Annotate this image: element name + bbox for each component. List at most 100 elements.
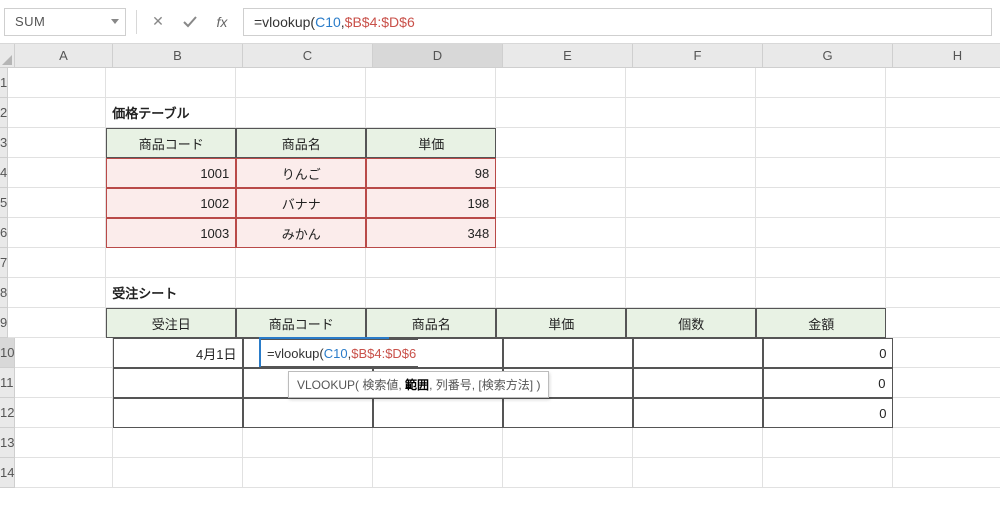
cell[interactable] — [236, 278, 366, 308]
cell[interactable]: 受注シート — [106, 278, 236, 308]
cell[interactable] — [8, 98, 106, 128]
row-header[interactable]: 1 — [0, 68, 8, 98]
cell[interactable]: 金額 — [756, 308, 886, 338]
cell[interactable] — [496, 278, 626, 308]
cell[interactable]: 単価 — [366, 128, 496, 158]
cell[interactable] — [633, 458, 763, 488]
column-header[interactable]: E — [503, 44, 633, 67]
cell[interactable] — [503, 398, 633, 428]
cell[interactable]: 1003 — [106, 218, 236, 248]
cell[interactable] — [373, 398, 503, 428]
cell[interactable] — [886, 128, 1000, 158]
cell[interactable] — [756, 278, 886, 308]
cell[interactable] — [8, 128, 106, 158]
cell[interactable]: 商品名 — [366, 308, 496, 338]
cell[interactable]: りんご — [236, 158, 366, 188]
row-header[interactable]: 10 — [0, 338, 15, 368]
row-header[interactable]: 14 — [0, 458, 15, 488]
cell[interactable]: 商品コード — [236, 308, 366, 338]
cell[interactable] — [893, 398, 1000, 428]
cell[interactable] — [15, 398, 113, 428]
row-header[interactable]: 9 — [0, 308, 8, 338]
cell[interactable] — [496, 248, 626, 278]
cell[interactable]: 単価 — [496, 308, 626, 338]
cell[interactable] — [886, 308, 1000, 338]
cell[interactable] — [113, 458, 243, 488]
cell[interactable] — [886, 158, 1000, 188]
cell[interactable] — [496, 158, 626, 188]
chevron-down-icon[interactable] — [111, 19, 119, 24]
cell[interactable] — [496, 98, 626, 128]
cell[interactable] — [8, 248, 106, 278]
cell[interactable]: 98 — [366, 158, 496, 188]
cell[interactable] — [496, 68, 626, 98]
cell[interactable] — [8, 188, 106, 218]
cell[interactable]: 0 — [763, 368, 893, 398]
cell[interactable] — [893, 458, 1000, 488]
cell[interactable] — [756, 68, 886, 98]
cell[interactable] — [113, 368, 243, 398]
cell[interactable]: 商品コード — [106, 128, 236, 158]
row-header[interactable]: 7 — [0, 248, 8, 278]
cell[interactable] — [8, 68, 106, 98]
cell[interactable]: 受注日 — [106, 308, 236, 338]
cell[interactable] — [626, 128, 756, 158]
cell[interactable]: 価格テーブル — [106, 98, 236, 128]
cell[interactable] — [113, 398, 243, 428]
row-header[interactable]: 4 — [0, 158, 8, 188]
cell[interactable] — [366, 98, 496, 128]
cell[interactable] — [243, 428, 373, 458]
cell[interactable] — [886, 248, 1000, 278]
cell[interactable] — [366, 278, 496, 308]
column-header[interactable]: B — [113, 44, 243, 67]
cell[interactable] — [633, 338, 763, 368]
cell[interactable] — [633, 368, 763, 398]
cell[interactable] — [496, 128, 626, 158]
accept-icon[interactable] — [179, 11, 201, 33]
row-header[interactable]: 2 — [0, 98, 8, 128]
cell[interactable] — [756, 128, 886, 158]
cell[interactable] — [243, 458, 373, 488]
cell[interactable]: 個数 — [626, 308, 756, 338]
cell[interactable] — [503, 458, 633, 488]
cell[interactable] — [626, 188, 756, 218]
cell[interactable] — [763, 458, 893, 488]
cell[interactable] — [496, 188, 626, 218]
cancel-icon[interactable]: ✕ — [147, 11, 169, 33]
cell[interactable] — [626, 68, 756, 98]
cell[interactable] — [886, 98, 1000, 128]
row-header[interactable]: 3 — [0, 128, 8, 158]
cell[interactable]: 4月1日 — [113, 338, 243, 368]
cell[interactable] — [756, 158, 886, 188]
cell[interactable] — [633, 398, 763, 428]
cell[interactable] — [893, 428, 1000, 458]
cell[interactable]: 0 — [763, 338, 893, 368]
cell[interactable] — [243, 398, 373, 428]
cell[interactable] — [8, 158, 106, 188]
row-header[interactable]: 5 — [0, 188, 8, 218]
row-header[interactable]: 8 — [0, 278, 8, 308]
cell[interactable] — [886, 68, 1000, 98]
cell[interactable] — [366, 68, 496, 98]
cell[interactable] — [886, 188, 1000, 218]
cell[interactable] — [886, 278, 1000, 308]
cell[interactable] — [756, 218, 886, 248]
cell[interactable]: みかん — [236, 218, 366, 248]
column-header[interactable]: F — [633, 44, 763, 67]
column-header[interactable]: G — [763, 44, 893, 67]
cell[interactable] — [626, 98, 756, 128]
cell[interactable] — [503, 428, 633, 458]
cell[interactable] — [626, 218, 756, 248]
cell-editing-formula[interactable]: =vlookup( C10 , $B$4:$D$6 — [261, 339, 418, 367]
select-all-corner[interactable] — [0, 44, 15, 67]
column-header[interactable]: D — [373, 44, 503, 67]
cell[interactable] — [236, 98, 366, 128]
cell[interactable]: 1002 — [106, 188, 236, 218]
cell[interactable] — [236, 68, 366, 98]
row-header[interactable]: 6 — [0, 218, 8, 248]
cell[interactable] — [886, 218, 1000, 248]
column-header[interactable]: C — [243, 44, 373, 67]
cell[interactable] — [503, 338, 633, 368]
cell[interactable] — [756, 188, 886, 218]
cell[interactable] — [366, 248, 496, 278]
